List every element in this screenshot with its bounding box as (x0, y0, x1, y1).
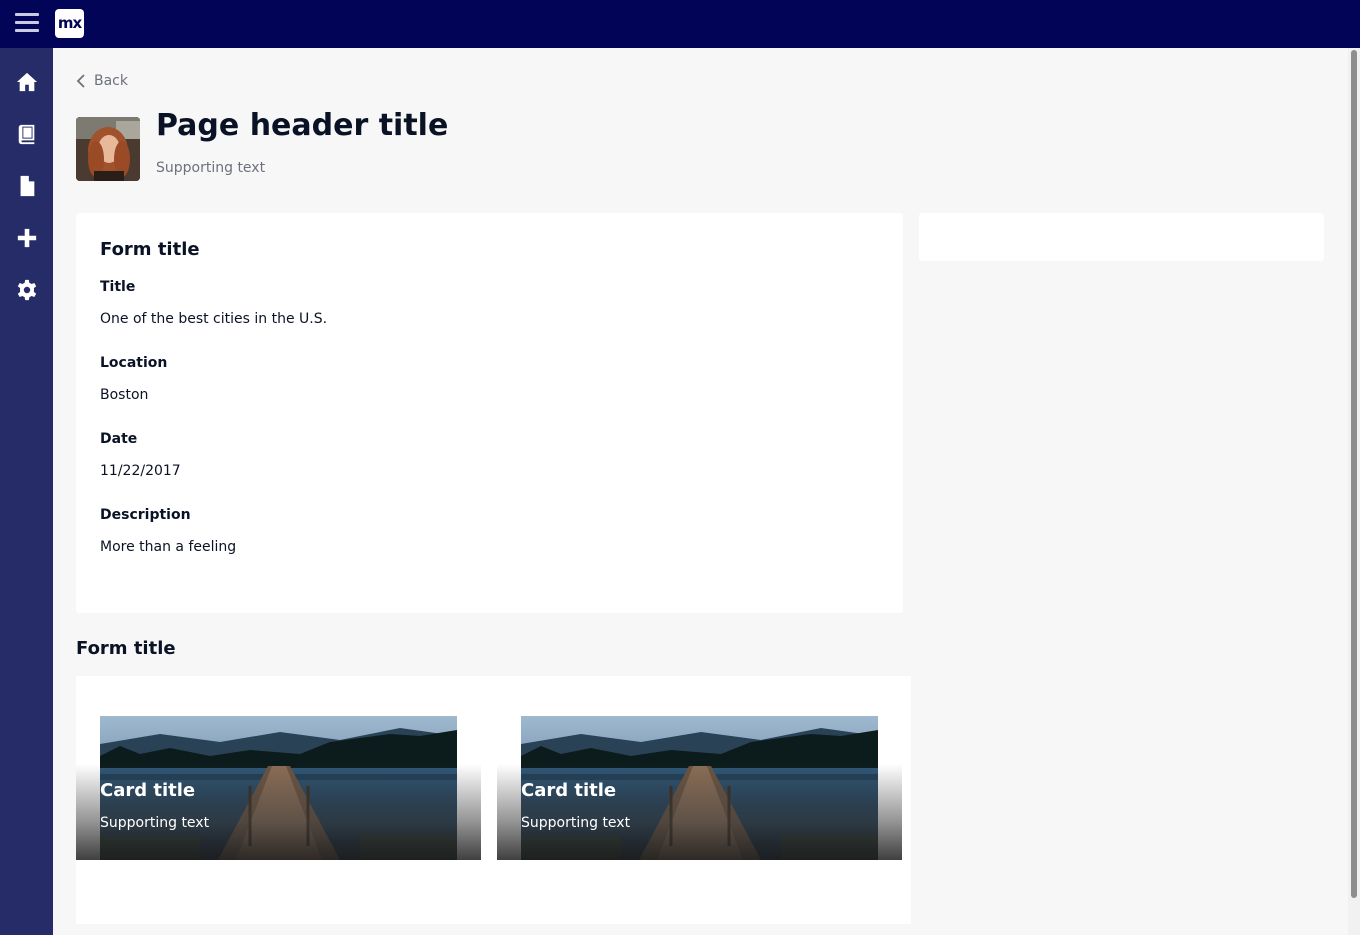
sidebar-item-home[interactable] (0, 56, 53, 108)
card-subtitle: Supporting text (100, 815, 210, 831)
form-card: Form title Title One of the best cities … (76, 213, 903, 613)
page-title: Page header title (156, 108, 449, 143)
plus-icon (17, 228, 36, 248)
image-card[interactable]: Card title Supporting text (497, 716, 902, 860)
book-icon (18, 124, 34, 145)
image-overlay (497, 764, 902, 860)
app-logo[interactable]: mx (55, 9, 84, 38)
sidebar-item-add[interactable] (0, 212, 53, 264)
main-content: Back Page header title Supporting text F… (53, 48, 1348, 935)
page-subtitle: Supporting text (156, 160, 266, 176)
avatar (76, 117, 140, 181)
sidebar-item-book[interactable] (0, 108, 53, 160)
home-icon (16, 72, 37, 92)
field-label-title: Title (100, 279, 136, 295)
cards-container: Card title Supporting text Card title Su… (76, 676, 911, 924)
sidebar-item-document[interactable] (0, 160, 53, 212)
image-card[interactable]: Card title Supporting text (76, 716, 481, 860)
section-title: Form title (76, 638, 176, 659)
field-value-title: One of the best cities in the U.S. (100, 311, 328, 327)
card-subtitle: Supporting text (521, 815, 631, 831)
field-label-date: Date (100, 431, 138, 447)
hamburger-menu-icon[interactable] (15, 13, 39, 33)
chevron-left-icon (76, 74, 85, 88)
back-label: Back (94, 73, 128, 89)
sidebar-item-settings[interactable] (0, 264, 53, 316)
scrollbar-thumb[interactable] (1351, 50, 1357, 898)
file-icon (20, 175, 34, 197)
card-title: Card title (521, 780, 617, 801)
side-card (919, 213, 1324, 261)
sidebar (0, 48, 53, 935)
field-value-date: 11/22/2017 (100, 463, 181, 479)
field-label-description: Description (100, 507, 191, 523)
card-title: Card title (100, 780, 196, 801)
field-label-location: Location (100, 355, 168, 371)
field-value-location: Boston (100, 387, 149, 403)
field-value-description: More than a feeling (100, 539, 237, 555)
form-title: Form title (100, 239, 200, 260)
gear-icon (17, 279, 36, 301)
vertical-scrollbar[interactable] (1348, 48, 1360, 935)
back-link[interactable]: Back (76, 73, 128, 89)
image-overlay (76, 764, 481, 860)
top-bar: mx (0, 0, 1360, 48)
